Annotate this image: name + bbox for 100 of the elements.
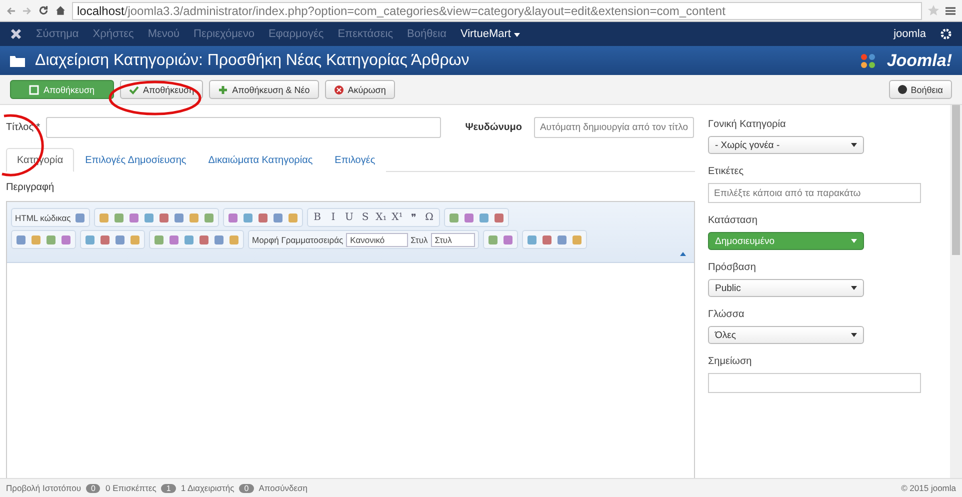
menu-icon[interactable] <box>945 6 956 16</box>
toolbar-dropdown[interactable]: Κανονικό <box>346 232 408 246</box>
format-button[interactable]: Ω <box>422 212 436 223</box>
toolbar-tool-icon[interactable] <box>226 212 239 224</box>
view-site-link[interactable]: Προβολή Ιστοτόπου <box>6 483 82 493</box>
toolbar-tool-icon[interactable] <box>202 212 215 224</box>
format-button[interactable]: U <box>342 212 356 223</box>
toolbar-tool-icon[interactable] <box>486 234 499 246</box>
caret-icon <box>851 286 857 290</box>
toolbar-tool-icon[interactable] <box>15 234 27 246</box>
folder-icon <box>10 54 25 66</box>
toolbar-tool-icon[interactable] <box>256 212 269 224</box>
toolbar-tool-icon[interactable] <box>84 234 96 246</box>
toolbar-tool-icon[interactable] <box>128 212 140 224</box>
toolbar-tool-icon[interactable] <box>60 234 72 246</box>
toolbar-tool-icon[interactable] <box>188 212 200 224</box>
admins-text: 1 Διαχειριστής <box>180 483 234 493</box>
format-button[interactable]: S <box>358 212 372 223</box>
toolbar-button[interactable]: Αποθήκευση & Νέο <box>209 80 319 99</box>
edit-icon <box>29 84 40 94</box>
alias-field[interactable]: Αυτόματη δημιουργία από τον τίτλο <box>534 117 694 138</box>
field-label: Γονική Κατηγορία <box>708 119 787 130</box>
toolbar-tool-icon[interactable] <box>502 234 514 246</box>
home-icon[interactable] <box>55 5 66 16</box>
alias-label: Ψευδώνυμο <box>465 122 522 133</box>
back-icon[interactable] <box>6 6 16 16</box>
toolbar-tool-icon[interactable] <box>112 212 125 224</box>
toolbar-tool-icon[interactable] <box>153 234 165 246</box>
visitors-text: 0 Επισκέπτες <box>105 483 156 493</box>
toolbar-tool-icon[interactable] <box>98 212 110 224</box>
copyright-text: © 2015 joomla <box>901 483 956 493</box>
caret-icon <box>851 333 857 337</box>
toolbar-button[interactable]: Ακύρωση <box>324 80 395 99</box>
format-button[interactable]: I <box>326 212 340 223</box>
help-icon <box>898 85 907 94</box>
format-button[interactable]: ❞ <box>406 212 420 224</box>
toolbar-tool-icon[interactable] <box>183 234 195 246</box>
toolbar-tool-icon[interactable] <box>142 212 155 224</box>
forward-icon[interactable] <box>22 6 32 16</box>
text-field[interactable]: Επιλέξτε κάποια από τα παρακάτω <box>708 183 921 203</box>
cancel-icon <box>334 84 344 94</box>
count-badge: 0 <box>86 484 100 492</box>
format-button[interactable]: X¹ <box>390 212 404 223</box>
toolbar-tool-icon[interactable] <box>228 234 240 246</box>
toolbar-tool-icon[interactable] <box>478 212 490 224</box>
toolbar-tool-icon[interactable] <box>213 234 225 246</box>
title-field[interactable] <box>46 117 442 138</box>
field-label: Ετικέτες <box>708 166 745 177</box>
count-badge: 0 <box>239 484 254 492</box>
caret-icon <box>851 239 857 243</box>
joomla-logo-icon[interactable] <box>10 28 22 40</box>
plus-icon <box>218 84 228 94</box>
field-label: Κατάσταση <box>708 215 758 226</box>
toolbar-tool-icon[interactable] <box>114 234 126 246</box>
page-title: Διαχείριση Κατηγοριών: Προσθήκη Νέας Κατηγορίας Άρθρων <box>35 52 470 70</box>
star-icon[interactable] <box>928 5 939 16</box>
toolbar-tool-icon[interactable] <box>74 212 86 224</box>
toolbar-tool-icon[interactable] <box>570 234 583 246</box>
title-label: Τίτλος * <box>6 122 40 133</box>
toolbar-tool-icon[interactable] <box>242 212 254 224</box>
toolbar-tool-icon[interactable] <box>30 234 42 246</box>
caret-icon <box>514 33 520 37</box>
toolbar-tool-icon[interactable] <box>492 212 505 224</box>
settings-icon[interactable] <box>940 28 952 40</box>
logo-icon <box>858 52 877 70</box>
scrollbar-thumb[interactable] <box>952 105 960 255</box>
field-label: Σημείωση <box>708 356 753 367</box>
toolbar-tool-icon[interactable] <box>99 234 111 246</box>
count-badge: 1 <box>161 484 176 492</box>
field-label: Γλώσσα <box>708 309 746 320</box>
toolbar-tool-icon[interactable] <box>158 212 170 224</box>
logo-wordmark: Joomla! <box>886 50 952 70</box>
toolbar-tool-icon[interactable] <box>526 234 538 246</box>
reload-icon[interactable] <box>38 5 49 16</box>
toolbar-tool-icon[interactable] <box>129 234 141 246</box>
dropdown[interactable]: Public <box>708 279 864 297</box>
caret-icon <box>851 143 857 147</box>
toolbar-tool-icon[interactable] <box>286 212 299 224</box>
toolbar-tool-icon[interactable] <box>448 212 460 224</box>
toolbar-tool-icon[interactable] <box>272 212 284 224</box>
format-button[interactable]: X₁ <box>374 212 388 223</box>
toolbar-dropdown[interactable]: Στυλ <box>430 232 475 246</box>
address-bar[interactable]: localhost/joomla3.3/administrator/index.php?option=com_categories&view=category&layout=edit&extension=com_content <box>72 2 922 20</box>
menu-item[interactable]: VirtueMart <box>460 28 520 40</box>
toolbar-tool-icon[interactable] <box>172 212 185 224</box>
toolbar-tool-icon[interactable] <box>540 234 553 246</box>
toolbar-tool-icon[interactable] <box>168 234 180 246</box>
dropdown[interactable]: - Χωρίς γονέα - <box>708 136 864 154</box>
toolbar-tool-icon[interactable] <box>198 234 210 246</box>
toolbar-tool-icon[interactable] <box>45 234 57 246</box>
collapse-icon[interactable] <box>680 252 686 256</box>
dropdown[interactable]: Όλες <box>708 326 864 344</box>
user-menu[interactable]: joomla <box>894 28 926 40</box>
format-button[interactable]: B <box>310 212 324 223</box>
logout-link[interactable]: Αποσύνδεση <box>258 483 308 493</box>
toolbar-tool-icon[interactable] <box>556 234 568 246</box>
text-field[interactable] <box>708 373 921 393</box>
help-button[interactable]: Βοήθεια <box>888 80 952 99</box>
description-label: Περιγραφή <box>6 182 56 193</box>
toolbar-tool-icon[interactable] <box>462 212 475 224</box>
